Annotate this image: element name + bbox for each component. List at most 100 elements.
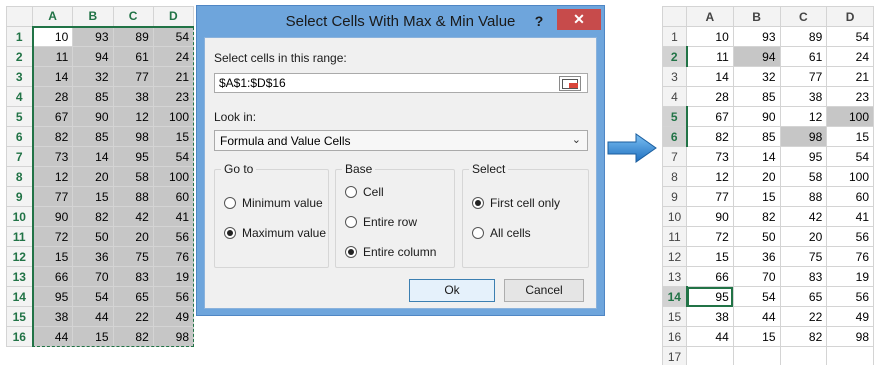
cell[interactable]: 73 — [31, 146, 74, 167]
cell[interactable]: 15 — [732, 186, 781, 207]
cell[interactable]: 98 — [112, 126, 154, 147]
row-header[interactable]: 7 — [6, 146, 34, 167]
row-header[interactable]: 2 — [6, 46, 34, 67]
row-header[interactable]: 14 — [6, 286, 34, 307]
cell[interactable]: 36 — [72, 246, 114, 267]
cell[interactable]: 10 — [686, 26, 734, 47]
cell[interactable]: 54 — [826, 146, 874, 167]
cell[interactable]: 85 — [732, 86, 781, 107]
row-header[interactable]: 16 — [662, 326, 687, 347]
cell[interactable]: 85 — [72, 86, 114, 107]
cell[interactable]: 60 — [152, 186, 195, 207]
cell[interactable]: 56 — [826, 286, 874, 307]
cell[interactable]: 95 — [31, 286, 74, 307]
cell[interactable]: 82 — [31, 126, 74, 147]
range-input[interactable] — [214, 73, 588, 93]
radio-entire-row[interactable]: Entire row — [345, 214, 417, 230]
row-header[interactable]: 9 — [662, 186, 687, 207]
source-spreadsheet[interactable]: A B C D 1 10 93 89 54 2 11 94 61 24 3 14 32 77 21 4 28 85… — [6, 6, 195, 347]
cell[interactable]: 20 — [732, 166, 781, 187]
cell[interactable]: 38 — [112, 86, 154, 107]
cell[interactable]: 54 — [732, 286, 781, 307]
row-header[interactable]: 5 — [662, 106, 688, 127]
cell[interactable]: 56 — [152, 286, 195, 307]
cell[interactable]: 70 — [732, 266, 781, 287]
column-header-a[interactable]: A — [686, 6, 734, 27]
cell[interactable]: 77 — [31, 186, 74, 207]
radio-minimum-value[interactable]: Minimum value — [224, 195, 323, 211]
cell[interactable]: 95 — [112, 146, 154, 167]
cell[interactable]: 20 — [112, 226, 154, 247]
cell[interactable] — [779, 346, 828, 365]
cell[interactable]: 98 — [826, 326, 874, 347]
cell[interactable]: 14 — [31, 66, 74, 87]
cell[interactable]: 54 — [152, 26, 195, 47]
cell[interactable]: 54 — [152, 146, 195, 167]
cell[interactable]: 20 — [779, 226, 828, 247]
column-header-b[interactable]: B — [72, 6, 114, 28]
cell[interactable]: 67 — [686, 106, 734, 127]
cell[interactable]: 75 — [112, 246, 154, 267]
row-header[interactable]: 15 — [662, 306, 687, 327]
cell[interactable]: 100 — [152, 106, 195, 127]
cell[interactable]: 75 — [779, 246, 828, 267]
row-header[interactable]: 12 — [6, 246, 34, 267]
cell[interactable]: 66 — [31, 266, 74, 287]
ok-button[interactable]: Ok — [409, 279, 495, 302]
cell[interactable]: 24 — [826, 46, 874, 67]
cell[interactable]: 65 — [112, 286, 154, 307]
row-header[interactable]: 3 — [662, 66, 687, 87]
cell[interactable]: 23 — [826, 86, 874, 107]
cell[interactable]: 42 — [779, 206, 828, 227]
column-header-c[interactable]: C — [779, 6, 828, 27]
row-header[interactable]: 13 — [6, 266, 34, 287]
radio-maximum-value[interactable]: Maximum value — [224, 225, 326, 241]
cell[interactable]: 10 — [31, 26, 74, 47]
cell[interactable]: 90 — [72, 106, 114, 127]
cell[interactable]: 38 — [31, 306, 74, 327]
row-header[interactable]: 11 — [6, 226, 34, 247]
row-header[interactable]: 8 — [662, 166, 687, 187]
cell[interactable]: 11 — [31, 46, 74, 67]
cell[interactable]: 82 — [72, 206, 114, 227]
cell[interactable]: 66 — [686, 266, 734, 287]
cell[interactable]: 32 — [732, 66, 781, 87]
row-header[interactable]: 7 — [662, 146, 687, 167]
cell[interactable]: 82 — [779, 326, 828, 347]
row-header[interactable]: 1 — [6, 26, 34, 47]
cell[interactable]: 24 — [152, 46, 195, 67]
cell[interactable]: 88 — [112, 186, 154, 207]
cell[interactable]: 100 — [826, 166, 874, 187]
cell[interactable]: 32 — [72, 66, 114, 87]
cell[interactable]: 22 — [779, 306, 828, 327]
cell[interactable]: 15 — [72, 326, 114, 347]
cell[interactable]: 15 — [732, 326, 781, 347]
cell[interactable]: 67 — [31, 106, 74, 127]
look-in-dropdown[interactable]: Formula and Value Cells ⌄ — [214, 130, 588, 151]
cell[interactable]: 98 — [152, 326, 195, 347]
row-header[interactable]: 14 — [662, 286, 688, 307]
column-header-b[interactable]: B — [732, 6, 781, 27]
dialog-titlebar[interactable]: Select Cells With Max & Min Value ? ✕ — [197, 6, 604, 37]
range-select-icon[interactable] — [559, 76, 581, 91]
row-header[interactable]: 3 — [6, 66, 34, 87]
row-header[interactable]: 8 — [6, 166, 34, 187]
cell[interactable]: 41 — [152, 206, 195, 227]
cell[interactable]: 19 — [826, 266, 874, 287]
cell[interactable]: 72 — [686, 226, 734, 247]
cell[interactable]: 83 — [112, 266, 154, 287]
row-header[interactable]: 9 — [6, 186, 34, 207]
row-header[interactable]: 10 — [6, 206, 34, 227]
cell[interactable]: 28 — [31, 86, 74, 107]
cell[interactable]: 54 — [826, 26, 874, 47]
cell[interactable]: 56 — [152, 226, 195, 247]
cell[interactable]: 21 — [152, 66, 195, 87]
cell[interactable] — [826, 346, 874, 365]
radio-all-cells[interactable]: All cells — [472, 225, 531, 241]
cell[interactable]: 61 — [779, 46, 828, 67]
cell[interactable]: 73 — [686, 146, 734, 167]
cell[interactable]: 44 — [732, 306, 781, 327]
row-header[interactable]: 6 — [6, 126, 34, 147]
column-header-a[interactable]: A — [31, 6, 74, 28]
cell[interactable]: 50 — [732, 226, 781, 247]
